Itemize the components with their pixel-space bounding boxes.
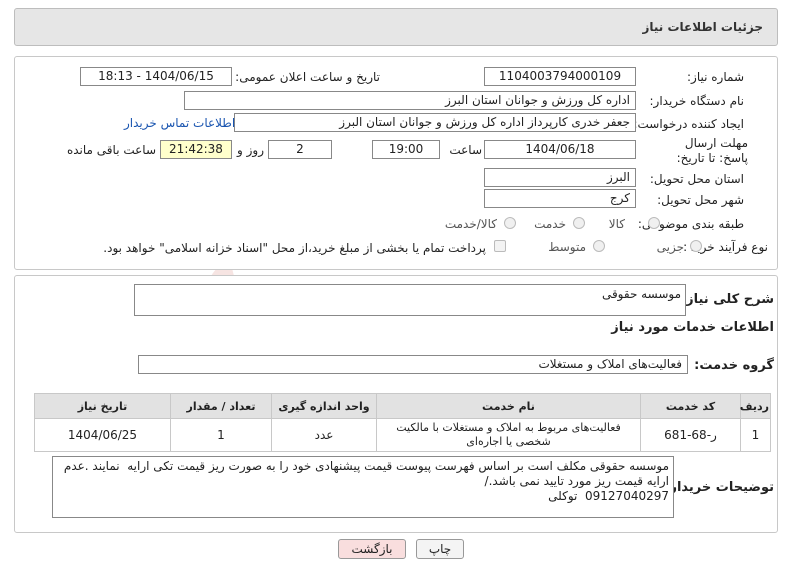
summary-textarea[interactable] [134, 284, 686, 316]
purchase-minor-radio[interactable] [690, 240, 702, 252]
row-index-cell: 1 [740, 418, 771, 452]
col-qty-header: تعداد / مقدار [170, 393, 272, 419]
quantity-cell: 1 [170, 418, 272, 452]
announce-date-field: 1404/06/15 - 18:13 [80, 67, 232, 86]
purchase-medium-label: متوسط [548, 240, 586, 254]
category-service-radio[interactable] [573, 217, 585, 229]
announce-date-label: تاریخ و ساعت اعلان عمومی: [235, 70, 380, 84]
service-name-cell: فعالیت‌های مربوط به املاک و مستغلات با م… [376, 418, 641, 452]
need-number-label: شماره نیاز: [687, 70, 744, 84]
city-field: کرج [484, 189, 636, 208]
remaining-time-field: 21:42:38 [160, 140, 232, 159]
deadline-label: مهلت ارسال پاسخ: تا تاریخ: [676, 136, 748, 165]
unit-cell: عدد [271, 418, 377, 452]
service-group-label: گروه خدمت: [694, 358, 774, 373]
services-heading: اطلاعات خدمات مورد نیاز [611, 320, 774, 335]
table-row: 1 ر-68-681 فعالیت‌های مربوط به املاک و م… [34, 418, 771, 452]
buyer-contact-link[interactable]: اطلاعات تماس خریدار [124, 116, 235, 130]
deadline-date-field: 1404/06/18 [484, 140, 636, 159]
col-date-header: تاریخ نیاز [34, 393, 171, 419]
request-creator-label: ایجاد کننده درخواست: [633, 117, 744, 131]
remaining-days-field: 2 [268, 140, 332, 159]
category-goods-service-label: کالا/خدمت [444, 217, 497, 231]
deadline-time-label: ساعت [449, 143, 482, 157]
page-title: جزئیات اطلاعات نیاز [642, 20, 763, 34]
need-date-cell: 1404/06/25 [34, 418, 171, 452]
col-unit-header: واحد اندازه گیری [271, 393, 377, 419]
details-panel [14, 56, 778, 270]
treasury-payment-note: پرداخت تمام یا بخشی از مبلغ خرید،از محل … [103, 241, 486, 255]
province-field: البرز [484, 168, 636, 187]
category-goods-radio[interactable] [648, 217, 660, 229]
col-name-header: نام خدمت [376, 393, 641, 419]
purchase-minor-label: جزیی [656, 240, 684, 254]
buyer-notes-textarea[interactable] [52, 456, 674, 518]
buyer-notes-label: توضیحات خریدار: [664, 480, 774, 495]
services-table: ردیف کد خدمت نام خدمت واحد اندازه گیری ت… [34, 393, 771, 452]
table-header-row: ردیف کد خدمت نام خدمت واحد اندازه گیری ت… [34, 393, 771, 419]
remaining-days-label: روز و [237, 143, 264, 157]
page-header: جزئیات اطلاعات نیاز [14, 8, 778, 46]
category-goods-service-radio[interactable] [504, 217, 516, 229]
col-row-header: ردیف [740, 393, 771, 419]
remaining-time-label: ساعت باقی مانده [66, 143, 156, 157]
city-label: شهر محل تحویل: [657, 193, 744, 207]
category-goods-label: کالا [608, 217, 625, 231]
back-button[interactable]: بازگشت [338, 539, 406, 559]
purchase-medium-radio[interactable] [593, 240, 605, 252]
summary-label: شرح کلی نیاز: [680, 292, 774, 307]
service-code-cell: ر-68-681 [640, 418, 741, 452]
buyer-name-field: اداره کل ورزش و جوانان استان البرز [184, 91, 636, 110]
buyer-name-label: نام دستگاه خریدار: [649, 94, 745, 108]
print-button[interactable]: چاپ [416, 539, 464, 559]
need-number-field: 1104003794000109 [484, 67, 636, 86]
province-label: استان محل تحویل: [649, 172, 744, 186]
deadline-time-field: 19:00 [372, 140, 440, 159]
request-creator-field: جعفر خدری کارپرداز اداره کل ورزش و جوانا… [234, 113, 636, 132]
service-group-field: فعالیت‌های املاک و مستغلات [138, 355, 688, 374]
category-service-label: خدمت [534, 217, 566, 231]
col-code-header: کد خدمت [640, 393, 741, 419]
treasury-payment-checkbox[interactable] [494, 240, 506, 252]
